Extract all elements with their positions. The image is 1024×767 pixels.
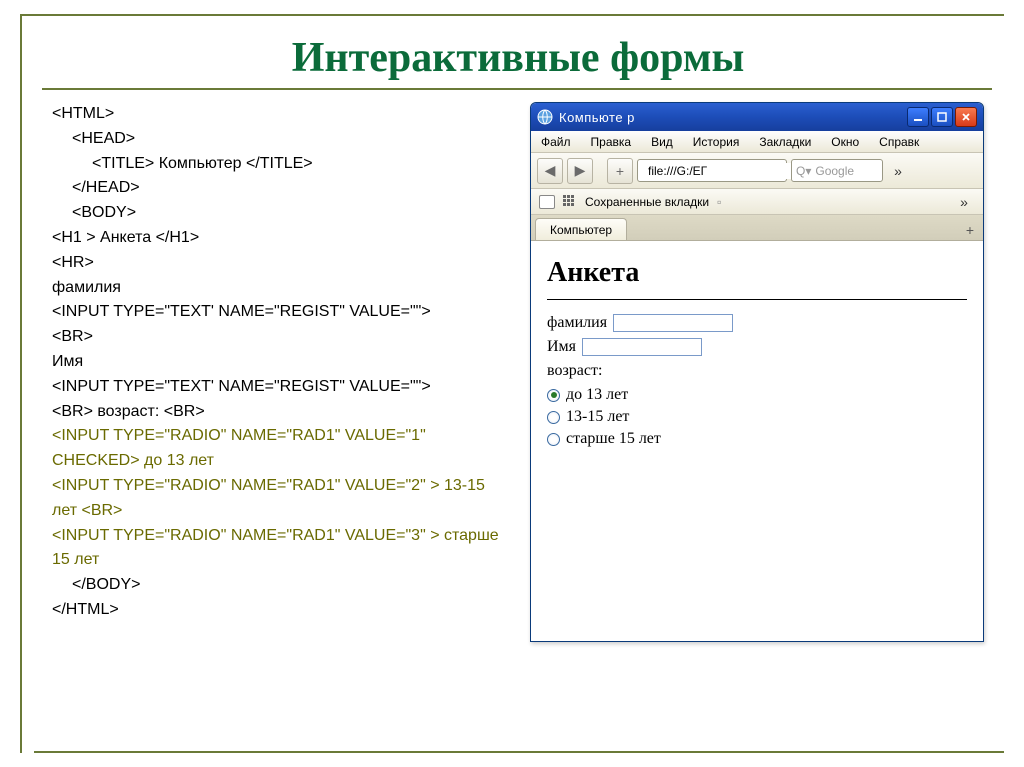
slide-frame: Интерактивные формы <HTML> <HEAD><TITLE> … [20,14,1004,753]
search-placeholder: Google [815,164,854,178]
code-line: <HR> [52,254,94,271]
radio-row[interactable]: 13-15 лет [547,408,967,426]
globe-icon [537,109,553,125]
code-line: <INPUT TYPE="TEXT' NAME="REGIST" VALUE="… [52,303,431,320]
titlebar: Компьюте р [531,103,983,131]
page-hr [547,299,967,300]
code-line: <INPUT TYPE="RADIO" NAME="RAD1" VALUE="1… [52,427,426,469]
bookmarks-bar: Сохраненные вкладки ▫ » [531,189,983,215]
close-button[interactable] [955,107,977,127]
toolbar: ◀ ▶ + ↻ Q▾ Google » [531,153,983,189]
toolbar-overflow[interactable]: » [887,163,909,179]
code-line: <INPUT TYPE="RADIO" NAME="RAD1" VALUE="2… [52,477,485,519]
radio-icon[interactable] [547,389,560,402]
age-label: возраст: [547,362,602,380]
window-buttons [907,107,977,127]
code-line: <BR> [52,328,93,345]
code-listing: <HTML><HEAD><TITLE> Компьютер </TITLE></… [52,102,512,642]
bottom-divider [34,751,1004,753]
code-line: <HTML> [52,105,114,122]
radio-label: 13-15 лет [566,408,629,426]
grid-icon[interactable] [563,195,577,209]
menu-item[interactable]: Закладки [759,135,811,149]
code-line: </HEAD> [52,176,140,201]
back-button[interactable]: ◀ [537,158,563,184]
code-line: <INPUT TYPE="TEXT' NAME="REGIST" VALUE="… [52,378,431,395]
new-tab-button[interactable]: + [961,222,979,240]
code-line: <BR> возраст: <BR> [52,403,205,420]
tab-strip: Компьютер + [531,215,983,241]
name-input[interactable] [582,338,702,356]
radio-label: до 13 лет [566,386,628,404]
code-line: </BODY> [52,573,140,598]
menu-item[interactable]: История [693,135,740,149]
code-line: Имя [52,353,83,370]
add-button[interactable]: + [607,158,633,184]
code-line: </HTML> [52,601,119,618]
slide-title: Интерактивные формы [52,34,984,82]
tab-active[interactable]: Компьютер [535,218,627,240]
divider [42,88,992,90]
code-line: фамилия [52,279,121,296]
code-line: <INPUT TYPE="RADIO" NAME="RAD1" VALUE="3… [52,527,499,569]
tab-label: Компьютер [550,223,612,237]
menubar: Файл Правка Вид История Закладки Окно Справк [531,131,983,153]
code-line: <HEAD> [52,127,135,152]
code-line: <TITLE> Компьютер </TITLE> [52,152,313,177]
radio-label: старше 15 лет [566,430,661,448]
search-icon: Q▾ [796,164,811,178]
radio-group: до 13 лет 13-15 лет старше 15 лет [547,386,967,448]
forward-button[interactable]: ▶ [567,158,593,184]
surname-label: фамилия [547,314,607,332]
page-h1: Анкета [547,257,967,289]
radio-row[interactable]: старше 15 лет [547,430,967,448]
url-field[interactable]: ↻ [637,159,787,182]
content-row: <HTML><HEAD><TITLE> Компьютер </TITLE></… [52,102,984,642]
code-line: <BODY> [52,201,136,226]
menu-item[interactable]: Правка [591,135,632,149]
menu-item[interactable]: Окно [831,135,859,149]
browser-window: Компьюте р Файл Правка Вид История Закладки О… [530,102,984,642]
menu-item[interactable]: Вид [651,135,673,149]
menu-item[interactable]: Справк [879,135,919,149]
surname-input[interactable] [613,314,733,332]
radio-row[interactable]: до 13 лет [547,386,967,404]
page-viewport: Анкета фамилия Имя возраст: до 13 лет 13-… [531,241,983,641]
name-label: Имя [547,338,576,356]
code-line: <H1 > Анкета </H1> [52,229,199,246]
radio-icon[interactable] [547,433,560,446]
bookmarks-overflow[interactable]: » [953,194,975,210]
minimize-button[interactable] [907,107,929,127]
url-input[interactable] [646,163,805,179]
window-title: Компьюте р [559,110,907,125]
menu-item[interactable]: Файл [541,135,571,149]
radio-icon[interactable] [547,411,560,424]
tag-icon: ▫ [717,195,721,209]
search-field[interactable]: Q▾ Google [791,159,883,182]
book-icon[interactable] [539,195,555,209]
maximize-button[interactable] [931,107,953,127]
bookmarks-label[interactable]: Сохраненные вкладки [585,195,709,209]
